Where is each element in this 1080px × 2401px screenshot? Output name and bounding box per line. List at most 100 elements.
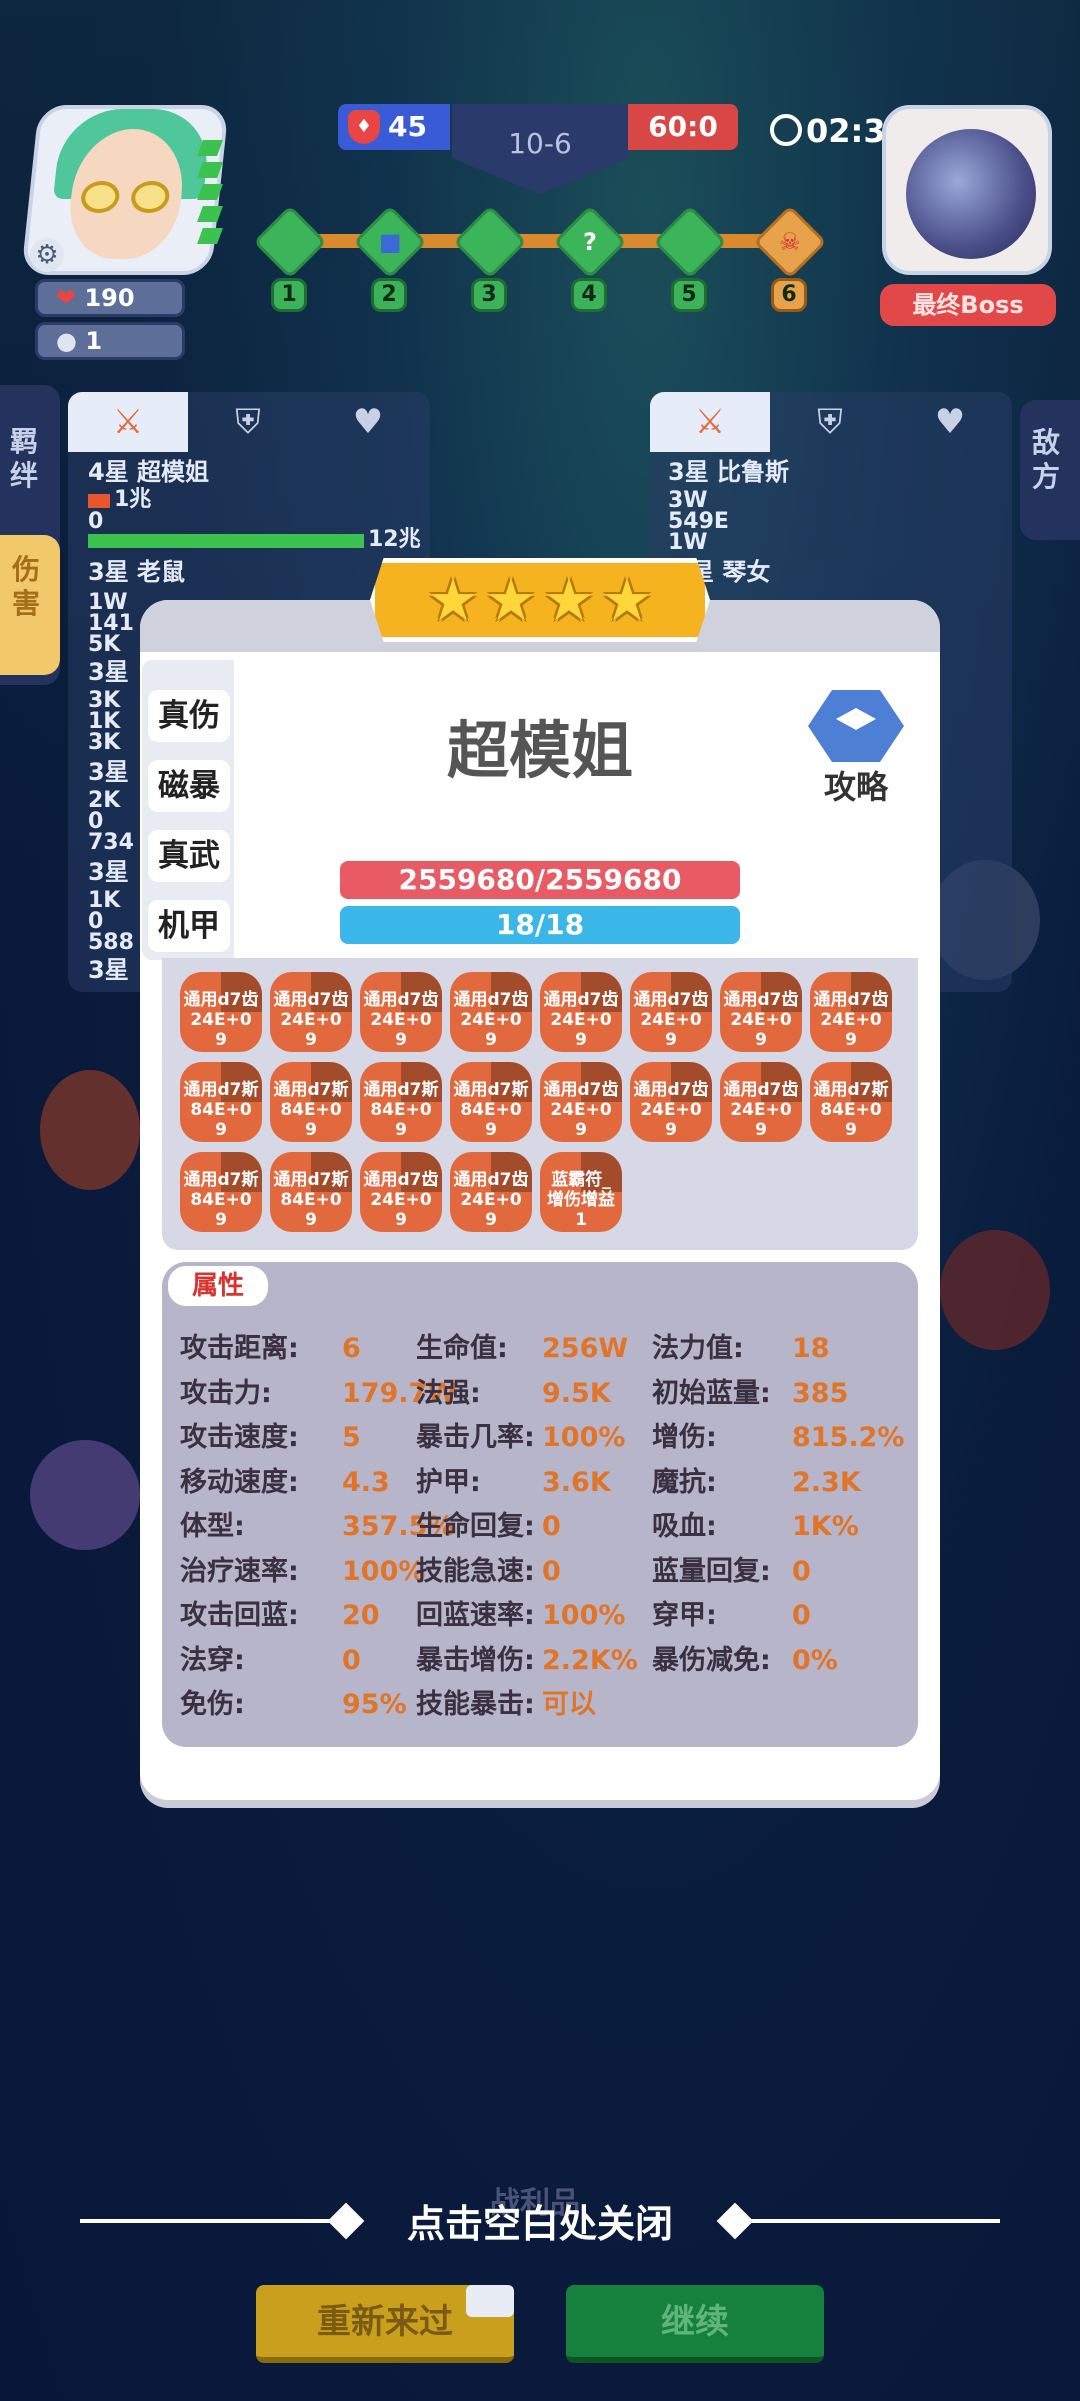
tab-enemy[interactable]: 敌方 <box>1020 400 1080 540</box>
left-side-tabs: 羁绊 伤害 <box>0 385 60 685</box>
attribute-value: 9.5K <box>542 1377 611 1409</box>
continue-button[interactable]: 继续 <box>566 2285 824 2363</box>
category-true-damage[interactable]: 真伤 <box>148 690 230 742</box>
sword-tab-icon[interactable]: ⚔ <box>68 392 188 452</box>
attribute-label: 穿甲: <box>652 1600 717 1631</box>
equipment-item[interactable]: 通用d7齿 24E+0 9 <box>720 1062 802 1142</box>
attribute-item: 回蓝速率: 100% <box>416 1600 625 1631</box>
attribute-item: 免伤: 95% <box>180 1689 407 1720</box>
equipment-item[interactable]: 通用d7斯 84E+0 9 <box>180 1062 262 1142</box>
equipment-item[interactable]: 通用d7斯 84E+0 9 <box>360 1062 442 1142</box>
unit-2-values: 1W 141 5K <box>88 590 134 657</box>
unit-1-value-a: 1兆 <box>114 487 152 512</box>
attribute-label: 攻击速度: <box>180 1422 299 1453</box>
equipment-item[interactable]: 通用d7齿 24E+0 9 <box>630 972 712 1052</box>
attribute-label: 魔抗: <box>652 1466 717 1498</box>
equipment-item[interactable]: 蓝霸符_ 增伤增益 1 <box>540 1152 622 1232</box>
attribute-label: 回蓝速率: <box>416 1600 535 1631</box>
attribute-value: 0 <box>792 1555 811 1587</box>
equipment-item-text: 9 <box>485 1120 497 1140</box>
heart-tab-icon[interactable]: ♥ <box>890 392 1010 452</box>
equipment-item-text: 84E+0 <box>370 1100 432 1120</box>
unit-5-title: 3星 <box>88 858 129 886</box>
stage-num-6: 6 <box>771 278 807 312</box>
equipment-item[interactable]: 通用d7齿 24E+0 9 <box>270 972 352 1052</box>
equipment-item-text: 通用d7斯 <box>273 1080 349 1100</box>
attribute-label: 技能急速: <box>416 1555 535 1587</box>
equipment-item-text: 通用d7齿 <box>723 1080 799 1100</box>
tab-damage[interactable]: 伤害 <box>0 535 60 675</box>
equipment-item[interactable]: 通用d7齿 24E+0 9 <box>810 972 892 1052</box>
equipment-item-text: 9 <box>665 1120 677 1140</box>
left-score-value: 45 <box>388 110 427 143</box>
equipment-item[interactable]: 通用d7斯 84E+0 9 <box>180 1152 262 1232</box>
attribute-item: 技能急速: 0 <box>416 1555 561 1587</box>
attribute-label: 生命回复: <box>416 1511 535 1542</box>
attribute-value: 20 <box>342 1600 380 1631</box>
equipment-item[interactable]: 通用d7齿 24E+0 9 <box>540 972 622 1052</box>
attribute-value: 0 <box>792 1600 811 1631</box>
boss-avatar[interactable] <box>882 105 1052 275</box>
equipment-item-text: 24E+0 <box>460 1010 522 1030</box>
attribute-value: 100% <box>542 1600 626 1631</box>
hero-mana-bar: 18/18 <box>340 906 740 944</box>
equipment-item[interactable]: 通用d7齿 24E+0 9 <box>630 1062 712 1142</box>
close-hint[interactable]: 点击空白处关闭 <box>0 2193 1080 2248</box>
equipment-item-text: 通用d7齿 <box>273 990 349 1010</box>
category-magnetic-storm[interactable]: 磁暴 <box>148 760 230 812</box>
equipment-item-text: 84E+0 <box>190 1100 252 1120</box>
video-ad-icon <box>466 2285 514 2317</box>
equipment-item-text: 84E+0 <box>190 1190 252 1210</box>
attribute-value: 2.2K% <box>542 1644 638 1676</box>
attribute-label: 法力值: <box>652 1333 744 1364</box>
player-level-bars <box>197 140 240 270</box>
shield-tab-icon[interactable]: ⛨ <box>188 392 308 452</box>
equipment-item-text: 9 <box>665 1030 677 1050</box>
equipment-item[interactable]: 通用d7斯 84E+0 9 <box>810 1062 892 1142</box>
attribute-value: 0 <box>542 1555 561 1587</box>
attribute-item: 技能暴击: 可以 <box>416 1690 596 1720</box>
equipment-item[interactable]: 通用d7齿 24E+0 9 <box>540 1062 622 1142</box>
equipment-item[interactable]: 通用d7齿 24E+0 9 <box>360 1152 442 1232</box>
equipment-item[interactable]: 通用d7斯 84E+0 9 <box>450 1062 532 1142</box>
timer: 02:3 <box>770 112 886 150</box>
tab-bonds[interactable]: 羁绊 <box>10 425 50 493</box>
equipment-item[interactable]: 通用d7斯 84E+0 9 <box>270 1152 352 1232</box>
equipment-item[interactable]: 通用d7斯 84E+0 9 <box>270 1062 352 1142</box>
settings-gear-icon[interactable]: ⚙ <box>30 238 64 272</box>
equipment-item[interactable]: 通用d7齿 24E+0 9 <box>450 972 532 1052</box>
equipment-item[interactable]: 通用d7齿 24E+0 9 <box>180 972 262 1052</box>
attributes-title: 属性 <box>168 1266 268 1306</box>
unit-4-values: 2K 0 734 <box>88 788 134 855</box>
equipment-item[interactable]: 通用d7齿 24E+0 9 <box>360 972 442 1052</box>
equipment-item-text: 通用d7斯 <box>273 1170 349 1190</box>
shield-tab-icon[interactable]: ⛨ <box>770 392 890 452</box>
equipment-item-text: 1 <box>575 1210 587 1230</box>
unit-6-title: 3星 <box>88 956 129 984</box>
equipment-item-text: 9 <box>305 1120 317 1140</box>
attribute-label: 免伤: <box>180 1689 245 1720</box>
equipment-item-text: 24E+0 <box>460 1190 522 1210</box>
attribute-item: 穿甲: 0 <box>652 1600 811 1631</box>
heart-tab-icon[interactable]: ♥ <box>308 392 428 452</box>
attribute-label: 攻击距离: <box>180 1333 299 1364</box>
guide-button[interactable]: 攻略 <box>800 690 912 806</box>
unit-1-bar-red <box>88 494 110 508</box>
attribute-label: 蓝量回复: <box>652 1555 771 1587</box>
equipment-item-text: 9 <box>575 1030 587 1050</box>
equipment-item-text: 24E+0 <box>730 1010 792 1030</box>
attribute-item: 增伤: 815.2% <box>652 1423 904 1453</box>
equipment-item-text: 84E+0 <box>820 1100 882 1120</box>
equipment-item-text: 24E+0 <box>640 1010 702 1030</box>
attribute-value: 0 <box>342 1644 361 1676</box>
equipment-item-text: 24E+0 <box>640 1100 702 1120</box>
equipment-item-text: 24E+0 <box>370 1010 432 1030</box>
sword-tab-icon[interactable]: ⚔ <box>650 392 770 452</box>
attribute-item: 法穿: 0 <box>180 1645 361 1676</box>
category-mecha[interactable]: 机甲 <box>148 900 230 952</box>
category-true-martial[interactable]: 真武 <box>148 830 230 882</box>
equipment-item[interactable]: 通用d7齿 24E+0 9 <box>450 1152 532 1232</box>
attribute-label: 初始蓝量: <box>652 1377 771 1409</box>
equipment-item-text: 通用d7齿 <box>543 1080 619 1100</box>
equipment-item[interactable]: 通用d7齿 24E+0 9 <box>720 972 802 1052</box>
